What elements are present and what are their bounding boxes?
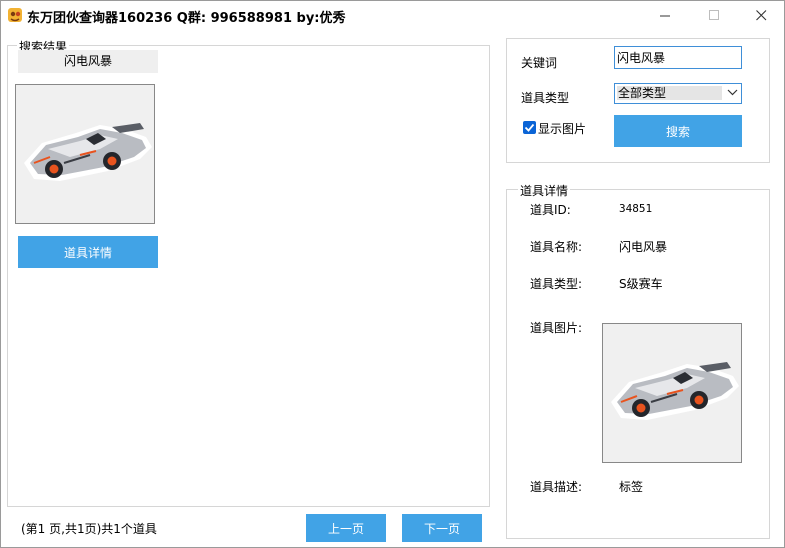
race-car-image — [611, 362, 739, 420]
title-bar: 东万团伙查询器160236 Q群: 996588981 by:优秀 — [1, 1, 784, 29]
keyword-label: 关键词 — [521, 56, 558, 70]
item-detail-image — [602, 323, 742, 463]
item-type-label: 道具类型: — [530, 277, 583, 291]
item-desc-label: 道具描述: — [530, 480, 583, 494]
item-detail-button[interactable]: 道具详情 — [18, 236, 158, 268]
maximize-icon — [708, 9, 719, 20]
show-image-label[interactable]: 显示图片 — [538, 120, 586, 137]
item-desc-value: 标签 — [619, 480, 644, 494]
checkmark-icon — [524, 123, 535, 132]
close-icon — [755, 9, 766, 20]
type-select[interactable]: 全部类型 — [614, 83, 742, 104]
item-type-value: S级赛车 — [619, 277, 663, 291]
search-button[interactable]: 搜索 — [614, 115, 742, 147]
type-label: 道具类型 — [521, 91, 570, 105]
close-button[interactable] — [738, 1, 784, 29]
minimize-icon — [659, 15, 670, 16]
prev-page-button[interactable]: 上一页 — [306, 514, 386, 542]
next-page-button[interactable]: 下一页 — [402, 514, 482, 542]
item-name-value: 闪电风暴 — [619, 240, 668, 254]
window-title: 东万团伙查询器160236 Q群: 996588981 by:优秀 — [27, 11, 346, 26]
app-logo-icon — [8, 8, 22, 22]
show-image-checkbox[interactable] — [523, 121, 536, 134]
type-select-value: 全部类型 — [617, 86, 722, 100]
minimize-button[interactable] — [642, 1, 688, 29]
result-item-name: 闪电风暴 — [18, 50, 158, 73]
race-car-image — [24, 123, 152, 181]
item-id-label: 道具ID: — [530, 203, 571, 217]
result-item-image[interactable] — [15, 84, 155, 224]
item-image-label: 道具图片: — [530, 321, 583, 335]
item-id-value: 34851 — [619, 202, 653, 215]
maximize-button[interactable] — [691, 1, 737, 29]
app-window: 东万团伙查询器160236 Q群: 996588981 by:优秀 搜索结果 闪… — [0, 0, 785, 548]
pagination-info: (第1 页,共1页)共1个道具 — [21, 522, 157, 536]
item-name-label: 道具名称: — [530, 240, 583, 254]
details-legend: 道具详情 — [518, 182, 571, 199]
chevron-down-icon — [727, 89, 738, 96]
keyword-input[interactable] — [614, 46, 742, 69]
